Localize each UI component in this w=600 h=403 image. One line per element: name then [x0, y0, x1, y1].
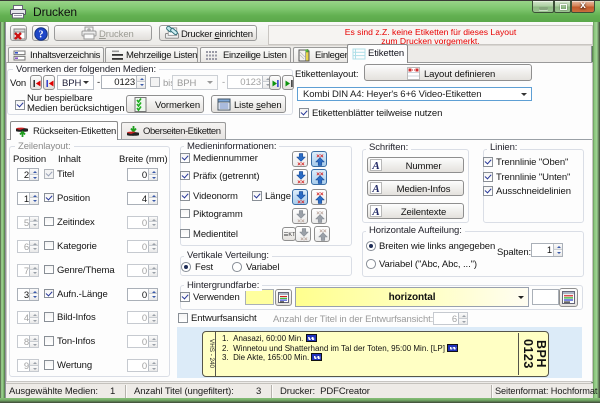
svg-text:××: ×× [297, 161, 305, 166]
svg-text:?: ? [39, 30, 44, 41]
svg-text:××: ×× [297, 179, 305, 184]
svg-text:××: ×× [300, 236, 308, 241]
svg-text:××: ×× [297, 218, 305, 223]
svg-text:××: ×× [297, 199, 305, 204]
